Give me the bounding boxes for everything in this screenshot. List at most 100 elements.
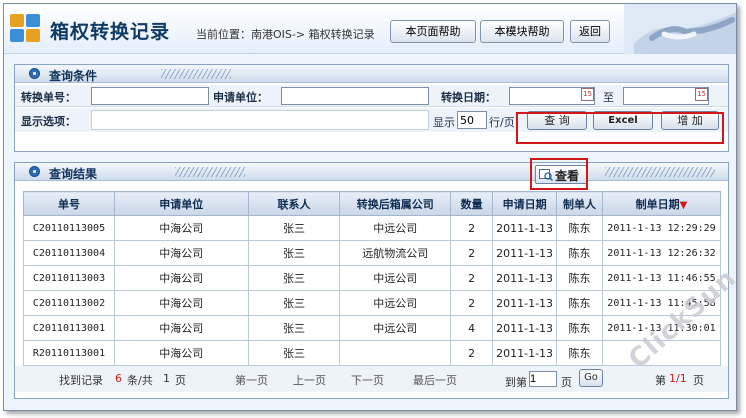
calendar-icon[interactable]: 15 <box>695 88 708 101</box>
last-page-link[interactable]: 最后一页 <box>413 372 457 388</box>
record-count: 6 <box>115 372 122 385</box>
page-size-input[interactable] <box>457 111 487 129</box>
page-total: 1 <box>163 372 170 385</box>
table-row[interactable]: C20110113005 中海公司 张三 中远公司 2 2011-1-13 陈东 2011-1… <box>23 215 722 241</box>
table-row[interactable]: C20110113004 中海公司 张三 远航物流公司 2 2011-1-13 陈东 2011… <box>23 240 722 266</box>
table-cell: 张三 <box>247 315 341 341</box>
table-cell: 张三 <box>247 340 341 366</box>
results-panel-header: 查询结果 <box>15 163 728 181</box>
query-panel-title: 查询条件 <box>49 69 98 83</box>
results-panel-title: 查询结果 <box>49 167 98 181</box>
table-cell: 2 <box>450 265 494 291</box>
column-header[interactable]: 申请单位 <box>113 191 249 216</box>
pages-suffix: 页 <box>175 374 186 387</box>
table-cell: 陈东 <box>556 265 603 291</box>
column-header[interactable]: 转换后箱属公司 <box>339 191 452 216</box>
table-row[interactable]: C20110113002 中海公司 张三 中远公司 2 2011-1-13 陈东 2011-1… <box>23 290 722 316</box>
goto-page-input[interactable] <box>529 371 557 387</box>
table-cell: C20110113003 <box>23 265 115 291</box>
back-button[interactable]: 返回 <box>570 20 610 43</box>
query-row-1: 转换单号： 申请单位： 转换日期： 15 至 15 <box>15 85 728 107</box>
column-header[interactable]: 制单人 <box>556 191 603 216</box>
table-cell: 张三 <box>247 215 341 241</box>
table-header-row: 单号 申请单位 联系人 转换后箱属公司 数量 申请日期 制单人 制单日期▼ <box>23 191 722 216</box>
goto-prefix: 到第 <box>505 376 527 389</box>
table-cell: 远航物流公司 <box>339 240 452 266</box>
convert-no-input[interactable] <box>91 87 209 105</box>
apply-unit-label: 申请单位： <box>213 91 268 104</box>
sort-desc-icon: ▼ <box>679 199 688 211</box>
table-cell: 2011-1-13 12:29:29 <box>601 215 722 241</box>
convert-no-label: 转换单号： <box>21 91 76 104</box>
page-header: 箱权转换记录 当前位置：南港OIS-> 箱权转换记录 本页面帮助 本模块帮助 返… <box>4 4 736 54</box>
table-cell: 2011-1-13 <box>492 340 558 366</box>
column-header-label: 制单日期 <box>635 197 680 211</box>
first-page-link[interactable]: 第一页 <box>235 372 268 388</box>
next-page-link[interactable]: 下一页 <box>351 372 384 388</box>
table-cell: 中海公司 <box>113 240 249 266</box>
table-cell: 陈东 <box>556 240 603 266</box>
table-row[interactable]: C20110113001 中海公司 张三 中远公司 4 2011-1-13 陈东 2011-1… <box>23 315 722 341</box>
app-logo-icon <box>10 14 42 44</box>
display-options-label: 显示选项： <box>21 115 76 128</box>
display-options-area <box>91 110 429 130</box>
column-header-sorted[interactable]: 制单日期▼ <box>601 191 722 216</box>
found-prefix: 找到记录 <box>59 374 103 387</box>
table-cell: 陈东 <box>556 315 603 341</box>
show-suffix-label: 行/页 <box>489 116 515 129</box>
app-window: 箱权转换记录 当前位置：南港OIS-> 箱权转换记录 本页面帮助 本模块帮助 返… <box>3 3 737 411</box>
header-stripes <box>605 167 715 177</box>
table-cell: 中海公司 <box>113 340 249 366</box>
table-cell: 2011-1-13 <box>492 290 558 316</box>
column-header[interactable]: 数量 <box>450 191 494 216</box>
table-cell: C20110113004 <box>23 240 115 266</box>
table-cell: C20110113005 <box>23 215 115 241</box>
panel-bullet-icon <box>29 68 40 79</box>
go-button[interactable]: Go <box>579 369 603 387</box>
pagination-bar: 找到记录 6 条/共 1 页 第一页 上一页 下一页 最后一页 到第 页 Go … <box>15 366 728 392</box>
table-cell: 中海公司 <box>113 215 249 241</box>
table-cell: 2011-1-13 11:46:55 <box>601 265 722 291</box>
table-cell: 2011-1-13 <box>492 315 558 341</box>
date-to-label: 至 <box>603 91 614 104</box>
table-row[interactable]: R20110113001 中海公司 张三 2 2011-1-13 陈东 <box>23 340 722 366</box>
table-cell: 中远公司 <box>339 215 452 241</box>
table-row[interactable]: C20110113003 中海公司 张三 中远公司 2 2011-1-13 陈东 2011-1… <box>23 265 722 291</box>
table-cell: 中远公司 <box>339 290 452 316</box>
show-prefix-label: 显示 <box>433 116 455 129</box>
table-cell <box>601 340 722 366</box>
page-help-button[interactable]: 本页面帮助 <box>390 20 476 43</box>
header-stripes <box>175 167 245 177</box>
column-header[interactable]: 单号 <box>23 191 115 216</box>
pager-mid-text: 条/共 <box>127 374 153 387</box>
table-cell: C20110113001 <box>23 315 115 341</box>
column-header[interactable]: 联系人 <box>247 191 341 216</box>
table-cell: 陈东 <box>556 215 603 241</box>
table-cell: C20110113002 <box>23 290 115 316</box>
highlight-box <box>516 112 724 144</box>
table-cell: 中海公司 <box>113 315 249 341</box>
query-panel-header: 查询条件 <box>15 65 728 83</box>
table-cell: 2011-1-13 <box>492 215 558 241</box>
prev-page-link[interactable]: 上一页 <box>293 372 326 388</box>
table-cell: 2 <box>450 290 494 316</box>
current-suffix: 页 <box>693 374 704 387</box>
table-cell: R20110113001 <box>23 340 115 366</box>
module-help-button[interactable]: 本模块帮助 <box>480 20 564 43</box>
table-cell: 张三 <box>247 290 341 316</box>
header-stripes <box>161 69 231 79</box>
table-cell: 4 <box>450 315 494 341</box>
table-cell <box>339 340 452 366</box>
panel-bullet-icon <box>29 166 40 177</box>
table-cell: 陈东 <box>556 290 603 316</box>
table-cell: 2011-1-13 <box>492 265 558 291</box>
calendar-icon[interactable]: 15 <box>581 88 594 101</box>
column-header[interactable]: 申请日期 <box>492 191 558 216</box>
page-title: 箱权转换记录 <box>50 21 171 43</box>
convert-date-label: 转换日期： <box>441 91 496 104</box>
apply-unit-input[interactable] <box>281 87 429 105</box>
table-cell: 中海公司 <box>113 265 249 291</box>
handshake-banner-icon <box>624 4 736 54</box>
results-panel: 查询结果 查看 单号 申请单位 联系人 转换后箱属公司 数量 申请日期 制单人 … <box>14 162 729 399</box>
table-cell: 2011-1-13 11:45:58 <box>601 290 722 316</box>
